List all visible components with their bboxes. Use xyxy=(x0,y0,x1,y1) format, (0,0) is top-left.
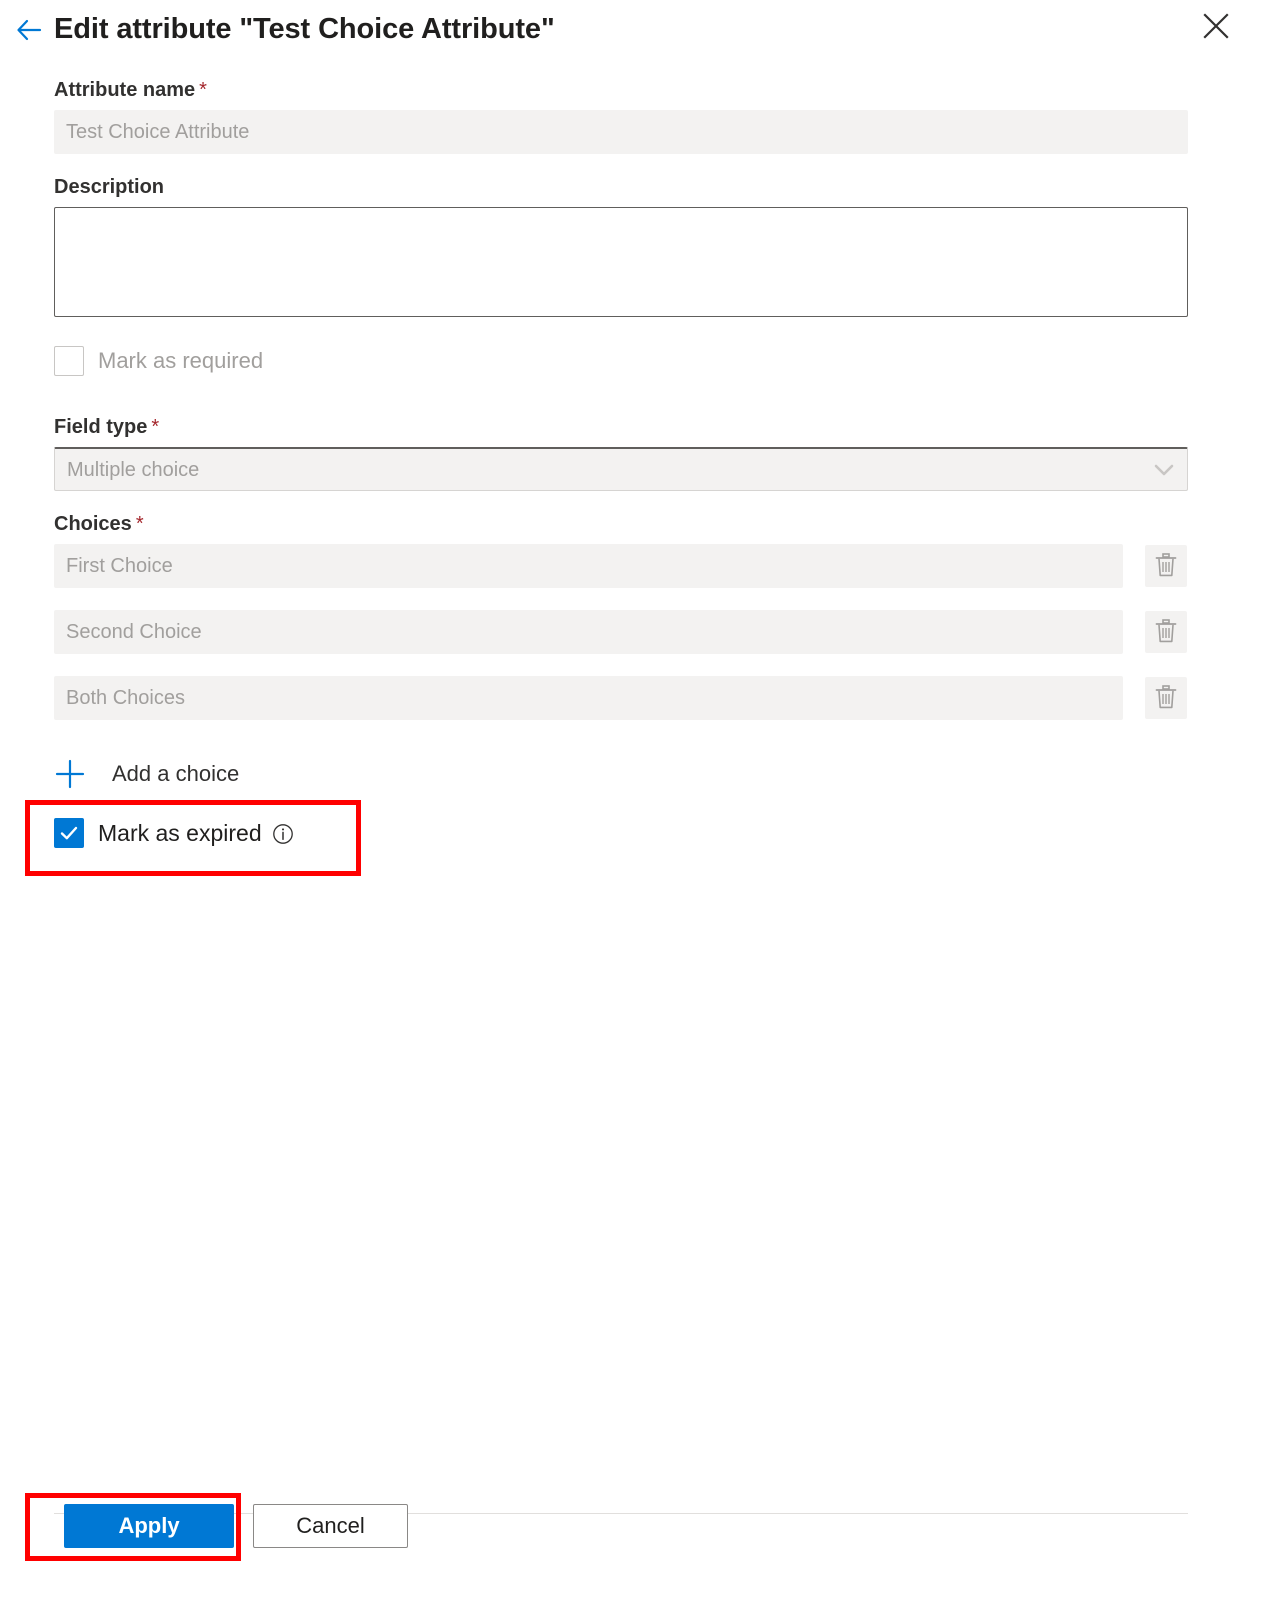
info-icon[interactable] xyxy=(272,823,294,845)
delete-choice-button-1[interactable] xyxy=(1145,545,1187,587)
delete-choice-button-3[interactable] xyxy=(1145,677,1187,719)
choices-label: Choices * xyxy=(54,512,1187,536)
mark-as-required-checkbox-row[interactable]: Mark as required xyxy=(54,346,263,376)
page-title: Edit attribute "Test Choice Attribute" xyxy=(54,13,555,45)
trash-icon xyxy=(1154,552,1178,581)
choices-label-text: Choices xyxy=(54,513,132,535)
back-arrow-icon[interactable] xyxy=(12,13,46,47)
dialog-header: Edit attribute "Test Choice Attribute" xyxy=(0,0,1282,62)
description-textarea[interactable] xyxy=(54,207,1188,317)
required-marker: * xyxy=(135,513,144,535)
choice-row xyxy=(54,676,1187,720)
apply-button[interactable]: Apply xyxy=(64,1504,234,1548)
choice-input-3[interactable] xyxy=(54,676,1123,720)
mark-as-expired-label: Mark as expired xyxy=(98,819,262,846)
attribute-name-label: Attribute name * xyxy=(54,78,1188,102)
cancel-button[interactable]: Cancel xyxy=(253,1504,408,1548)
mark-as-required-label: Mark as required xyxy=(98,348,264,373)
choice-row xyxy=(54,610,1187,654)
choice-input-1[interactable] xyxy=(54,544,1123,588)
plus-icon xyxy=(54,758,86,790)
mark-as-expired-checkbox-row[interactable]: Mark as expired xyxy=(54,818,294,848)
field-type-dropdown[interactable]: Multiple choice xyxy=(54,447,1188,491)
add-choice-button[interactable]: Add a choice xyxy=(54,758,239,790)
required-marker: * xyxy=(199,79,207,101)
close-icon[interactable] xyxy=(1198,8,1238,48)
attribute-name-label-text: Attribute name xyxy=(54,79,196,101)
add-choice-label: Add a choice xyxy=(112,761,240,786)
choice-row xyxy=(54,544,1187,588)
mark-as-required-checkbox[interactable] xyxy=(54,346,84,376)
field-type-selected-value: Multiple choice xyxy=(67,459,200,481)
field-type-label-text: Field type xyxy=(54,416,148,438)
description-field-group: Description xyxy=(54,175,1188,317)
delete-choice-button-2[interactable] xyxy=(1145,611,1187,653)
mark-as-expired-checkbox[interactable] xyxy=(54,818,84,848)
trash-icon xyxy=(1154,684,1178,713)
chevron-down-icon xyxy=(1153,461,1175,479)
field-type-group: Field type * Multiple choice xyxy=(54,415,1188,491)
choices-group: Choices * xyxy=(54,512,1187,720)
description-label: Description xyxy=(54,176,165,198)
attribute-name-input[interactable] xyxy=(54,110,1188,154)
attribute-name-field-group: Attribute name * xyxy=(54,78,1188,154)
field-type-label: Field type * xyxy=(54,415,1188,439)
required-marker: * xyxy=(151,416,160,438)
trash-icon xyxy=(1154,618,1178,647)
choice-input-2[interactable] xyxy=(54,610,1123,654)
